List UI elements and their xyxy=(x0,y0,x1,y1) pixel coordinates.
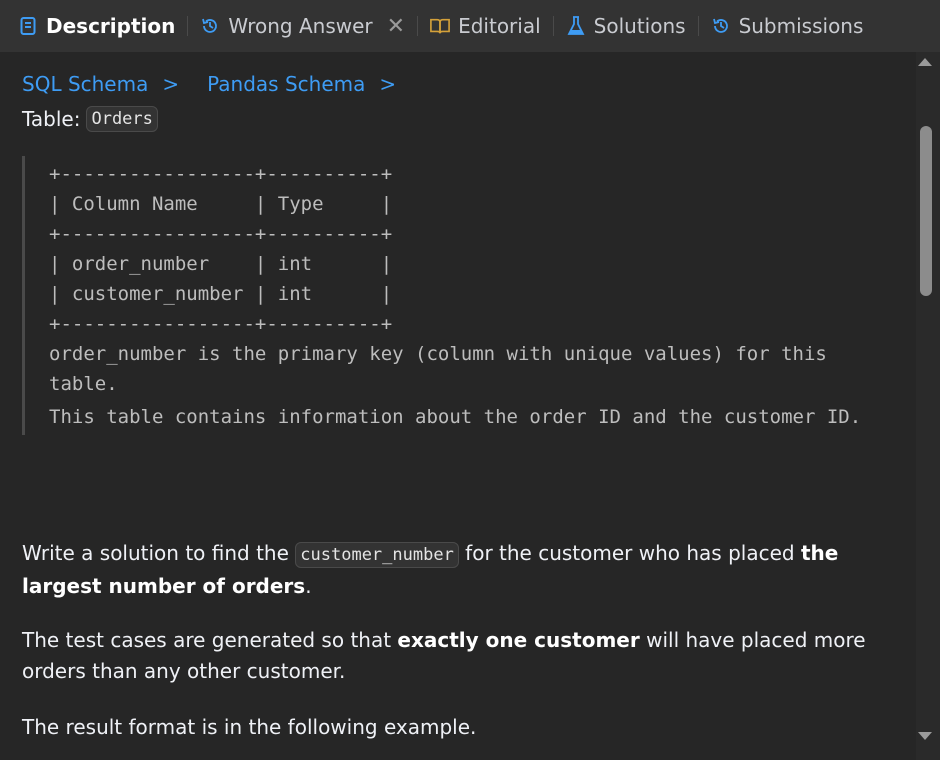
tab-submissions[interactable]: Submissions xyxy=(711,0,864,52)
close-icon[interactable]: ✕ xyxy=(387,14,405,39)
bold-text: exactly one customer xyxy=(397,628,640,652)
text: The test cases are generated so that xyxy=(22,628,398,652)
tab-description[interactable]: Description xyxy=(18,0,175,52)
sql-schema-link[interactable]: SQL Schema xyxy=(22,72,148,96)
text: Write a solution to find the xyxy=(22,541,296,565)
table-name-code: Orders xyxy=(86,106,158,132)
schema-note: This table contains information about th… xyxy=(49,406,862,428)
schema-code-block: +-----------------+----------+ | Column … xyxy=(22,156,882,435)
description-icon xyxy=(18,16,38,36)
flask-icon xyxy=(566,16,586,36)
text: for the customer who has placed xyxy=(458,541,801,565)
schema-note: order_number is the primary key (column … xyxy=(49,343,827,395)
chevron-right-icon: > xyxy=(379,72,397,96)
tab-label: Description xyxy=(46,14,176,38)
tab-label: Wrong Answer xyxy=(228,14,373,38)
text: . xyxy=(305,574,312,598)
tab-label: Editorial xyxy=(458,14,541,38)
tab-divider xyxy=(552,16,554,36)
tab-label: Submissions xyxy=(738,14,864,38)
history-icon xyxy=(711,16,731,36)
tab-bar: Description Wrong Answer ✕ Editorial Sol… xyxy=(0,0,940,52)
inline-code: customer_number xyxy=(295,542,459,568)
scroll-up-icon[interactable] xyxy=(918,58,932,66)
constraint-note: The test cases are generated so that exa… xyxy=(22,625,882,687)
table-label: Table: Orders xyxy=(22,106,158,132)
tab-divider xyxy=(417,16,419,36)
result-format-note: The result format is in the following ex… xyxy=(22,715,477,739)
tab-solutions[interactable]: Solutions xyxy=(566,0,686,52)
tab-editorial[interactable]: Editorial xyxy=(430,0,541,52)
pandas-schema-link[interactable]: Pandas Schema xyxy=(207,72,365,96)
book-icon xyxy=(430,16,451,36)
tab-divider xyxy=(187,16,189,36)
tab-wrong-answer[interactable]: Wrong Answer ✕ xyxy=(200,0,405,52)
tab-divider xyxy=(697,16,699,36)
problem-statement: Write a solution to find the customer_nu… xyxy=(22,538,882,602)
breadcrumb: SQL Schema > Pandas Schema > xyxy=(22,72,424,96)
table-label-text: Table: xyxy=(22,107,81,131)
tab-label: Solutions xyxy=(593,14,686,38)
scroll-down-icon[interactable] xyxy=(918,732,932,740)
description-panel: SQL Schema > Pandas Schema > Table: Orde… xyxy=(0,52,916,760)
schema-table: +-----------------+----------+ | Column … xyxy=(49,163,393,335)
scrollbar-thumb[interactable] xyxy=(920,126,932,296)
chevron-right-icon: > xyxy=(162,72,180,96)
history-icon xyxy=(200,16,220,36)
